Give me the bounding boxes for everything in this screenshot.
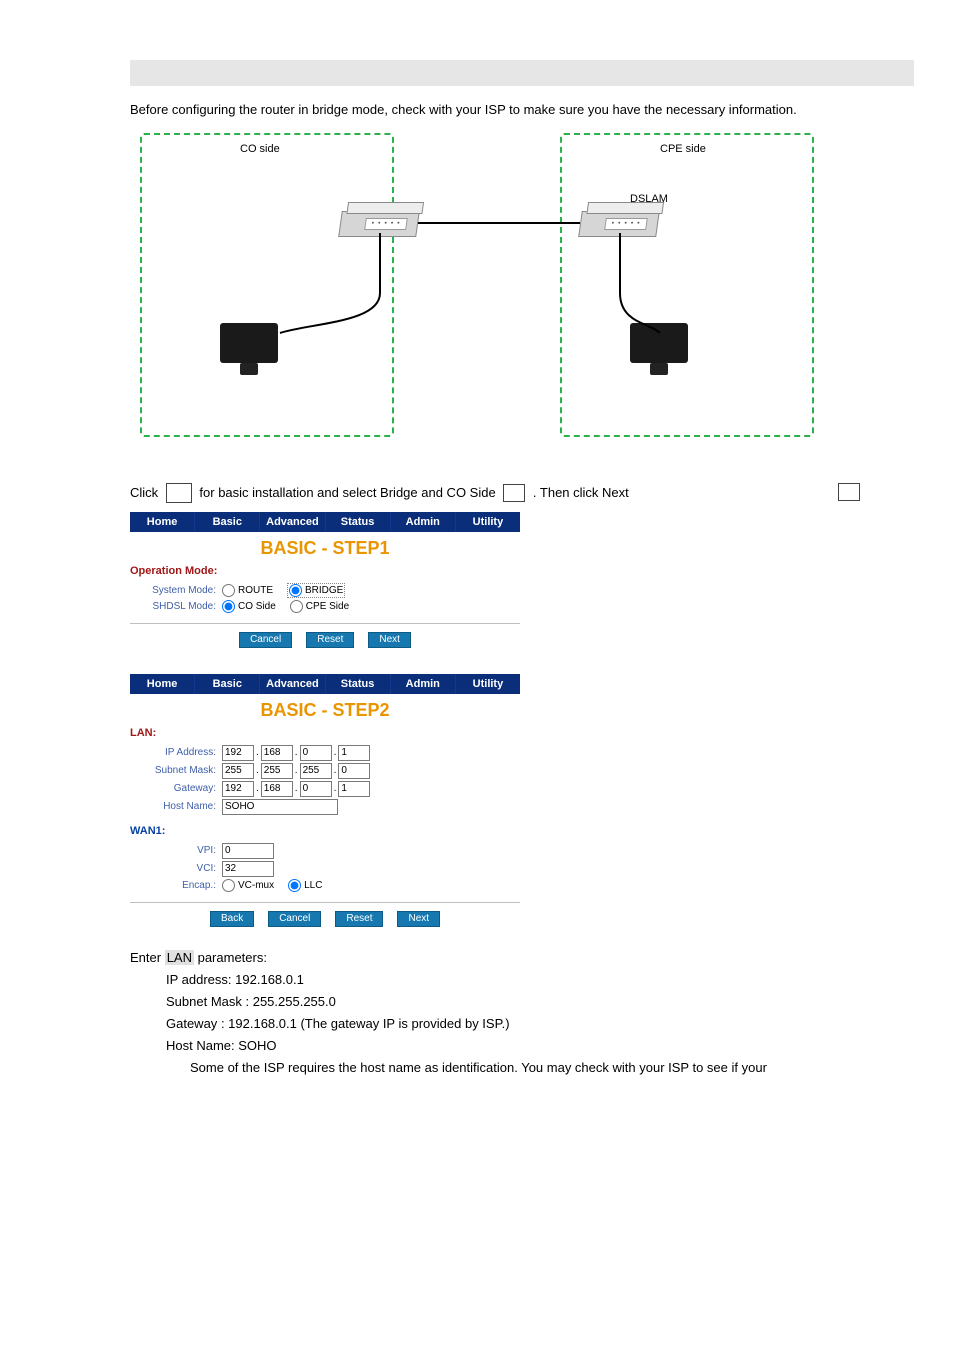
mask-label: Subnet Mask: [130,765,222,776]
vci-label: VCI: [130,863,222,874]
llc-text: LLC [304,880,322,891]
ip-line: IP address: 192.168.0.1 [130,969,864,991]
ip-oct3[interactable] [300,745,332,761]
parameter-list: Enter LAN parameters: IP address: 192.16… [130,947,864,1080]
gw-oct4[interactable] [338,781,370,797]
step1-text: Click [130,485,162,500]
gw-label: Gateway: [130,783,222,794]
basic-button-icon [166,483,192,503]
mask-oct3[interactable] [300,763,332,779]
lan-header: LAN: [130,727,520,739]
mask-line: Subnet Mask : 255.255.255.0 [130,991,864,1013]
mask-list-value: : 255.255.255.0 [246,994,336,1009]
tab-home[interactable]: Home [130,512,195,532]
next-button[interactable]: Next [368,632,411,648]
page-body: Before configuring the router in bridge … [0,100,954,1119]
intro-paragraph: Before configuring the router in bridge … [130,100,864,121]
gw-list-label: Gateway [166,1016,217,1031]
ip-oct2[interactable] [261,745,293,761]
gw-list-value: : 192.168.0.1 (The gateway IP is provide… [221,1016,510,1031]
ip-oct1[interactable] [222,745,254,761]
vcmux-text: VC-mux [238,880,274,891]
shdsl-cpe-text: CPE Side [306,601,349,612]
tab-utility[interactable]: Utility [456,512,520,532]
host-note: Some of the ISP requires the host name a… [130,1057,864,1079]
step2-title: BASIC - STEP2 [130,694,520,725]
host-label: Host Name: [130,801,222,812]
shdsl-co-text: CO Side [238,601,276,612]
cancel-button[interactable]: Cancel [239,632,292,648]
lan-desc: parameters [194,950,263,965]
nav-tabs: Home Basic Advanced Status Admin Utility [130,512,520,532]
tab-basic[interactable]: Basic [195,512,260,532]
system-bridge-radio[interactable]: BRIDGE [287,583,345,598]
shdsl-co-radio[interactable]: CO Side [222,600,276,613]
mask-list-label: Subnet Mask [166,994,242,1009]
vci-input[interactable] [222,861,274,877]
system-route-text: ROUTE [238,585,273,596]
tab-admin[interactable]: Admin [391,512,456,532]
tab-advanced[interactable]: Advanced [260,512,325,532]
tab-home[interactable]: Home [130,674,195,694]
reset-button[interactable]: Reset [335,911,383,927]
mask-oct2[interactable] [261,763,293,779]
tab-status[interactable]: Status [326,674,391,694]
lan-line: Enter LAN parameters: [130,947,864,969]
system-mode-label: System Mode: [130,585,222,596]
wan-header: WAN1: [130,825,520,837]
cancel-button[interactable]: Cancel [268,911,321,927]
ip-list-label: IP address: [166,972,232,987]
lan-highlight: LAN [165,950,194,965]
system-route-radio[interactable]: ROUTE [222,583,273,598]
basic-step1-screenshot: Home Basic Advanced Status Admin Utility… [130,512,520,648]
basic-step2-screenshot: Home Basic Advanced Status Admin Utility… [130,674,520,927]
tab-status[interactable]: Status [326,512,391,532]
tab-admin[interactable]: Admin [391,674,456,694]
vpi-input[interactable] [222,843,274,859]
gw-oct1[interactable] [222,781,254,797]
next-button[interactable]: Next [397,911,440,927]
next-button-icon [838,483,860,501]
gw-oct2[interactable] [261,781,293,797]
nav-tabs-2: Home Basic Advanced Status Admin Utility [130,674,520,694]
encap-llc-radio[interactable]: LLC [288,879,322,892]
tab-utility[interactable]: Utility [456,674,520,694]
section-bar [130,60,914,86]
host-input[interactable] [222,799,338,815]
tab-advanced[interactable]: Advanced [260,674,325,694]
system-bridge-text: BRIDGE [305,585,343,596]
vpi-label: VPI: [130,845,222,856]
step1-instruction: Click for basic installation and select … [130,483,864,504]
network-diagram: CO side CPE side • • • • • • • • • • DSL… [130,133,864,453]
ip-list-value: 192.168.0.1 [235,972,304,987]
tab-basic[interactable]: Basic [195,674,260,694]
step1-next-word: Next [602,485,629,500]
ip-oct4[interactable] [338,745,370,761]
mask-oct1[interactable] [222,763,254,779]
encap-vcmux-radio[interactable]: VC-mux [222,879,274,892]
ip-label: IP Address: [130,747,222,758]
operation-mode-header: Operation Mode: [130,565,520,577]
host-line: Host Name: SOHO [130,1035,864,1057]
step1-title: BASIC - STEP1 [130,532,520,563]
diagram-cables [130,133,830,443]
shdsl-mode-label: SHDSL Mode: [130,601,222,612]
step1-text3: . Then click [533,485,602,500]
host-list-label: Host Name: [166,1038,235,1053]
step1-text2: for basic installation and select Bridge… [199,485,499,500]
encap-label: Encap.: [130,880,222,891]
reset-button[interactable]: Reset [306,632,354,648]
host-list-value: SOHO [238,1038,276,1053]
coside-radio-icon [503,484,525,502]
gw-line: Gateway : 192.168.0.1 (The gateway IP is… [130,1013,864,1035]
gw-oct3[interactable] [300,781,332,797]
mask-oct4[interactable] [338,763,370,779]
shdsl-cpe-radio[interactable]: CPE Side [290,600,349,613]
back-button[interactable]: Back [210,911,254,927]
